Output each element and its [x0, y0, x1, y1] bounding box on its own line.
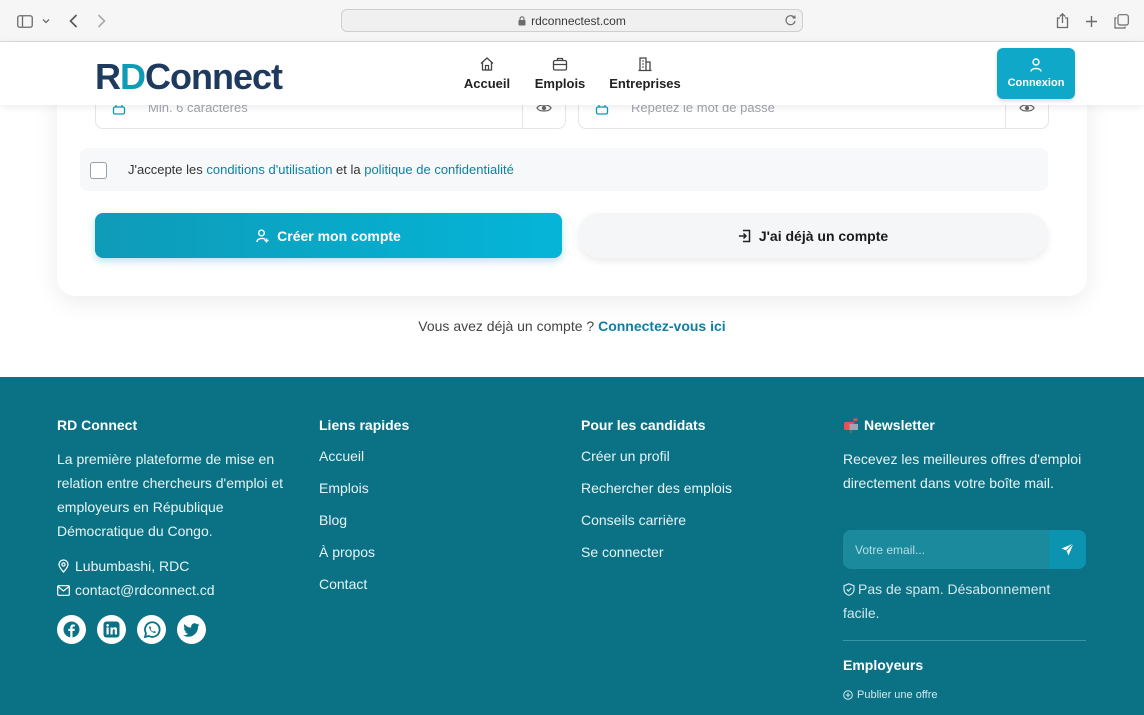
- footer-link-career-tips[interactable]: Conseils carrière: [581, 511, 801, 543]
- newsletter-form: [843, 530, 1086, 569]
- footer-link-emplois[interactable]: Emplois: [319, 479, 519, 511]
- reload-icon[interactable]: [784, 14, 797, 27]
- sign-in-icon: [738, 229, 751, 242]
- footer-location: Lubumbashi, RDC: [57, 558, 189, 574]
- login-here-link[interactable]: Connectez-vous ici: [598, 318, 726, 334]
- new-tab-icon[interactable]: [1083, 11, 1099, 31]
- footer-link-a-propos[interactable]: À propos: [319, 543, 519, 575]
- mail-icon: [57, 584, 70, 596]
- footer-divider: [843, 640, 1086, 641]
- create-account-label: Créer mon compte: [277, 227, 401, 244]
- create-account-button[interactable]: Créer mon compte: [95, 213, 562, 258]
- quick-links-title: Liens rapides: [319, 417, 410, 433]
- nav-label: Accueil: [463, 76, 511, 91]
- logo-text: Connect: [145, 56, 283, 97]
- browser-toolbar: rdconnectest.com: [0, 0, 1144, 42]
- newsletter-submit-button[interactable]: [1049, 530, 1086, 569]
- user-plus-icon: [256, 229, 269, 242]
- footer-link-accueil[interactable]: Accueil: [319, 447, 519, 479]
- twitter-icon[interactable]: [177, 615, 206, 644]
- nav-accueil[interactable]: Accueil: [464, 56, 510, 91]
- newsletter-description: Recevez les meilleures offres d'emploi d…: [843, 451, 1082, 491]
- footer-link-sign-in[interactable]: Se connecter: [581, 543, 801, 575]
- mailbox-icon: [844, 418, 858, 433]
- site-header: R D Connect Accueil Emplois Entreprises Co…: [0, 42, 1144, 105]
- terms-of-use-link[interactable]: conditions d'utilisation: [206, 162, 332, 177]
- briefcase-icon: [552, 57, 568, 71]
- linkedin-icon[interactable]: [97, 615, 126, 644]
- whatsapp-icon[interactable]: [137, 615, 166, 644]
- existing-account-label: J'ai déjà un compte: [758, 227, 889, 244]
- newsletter-title: Newsletter: [843, 417, 1086, 433]
- footer-about-title: RD Connect: [57, 417, 138, 433]
- employers-title: Employeurs: [843, 657, 924, 673]
- footer-link-blog[interactable]: Blog: [319, 511, 519, 543]
- terms-middle: et la: [332, 162, 365, 177]
- already-have-account: Vous avez déjà un compte ? Connectez-vou…: [0, 318, 1144, 334]
- location-text: Lubumbashi, RDC: [75, 558, 190, 574]
- terms-prefix: J'accepte les: [128, 162, 207, 177]
- newsletter-title-text: Newsletter: [864, 417, 935, 433]
- footer-link-create-profile[interactable]: Créer un profil: [581, 447, 801, 479]
- no-spam-text: Pas de spam. Désabonnement facile.: [843, 581, 1051, 621]
- forward-icon[interactable]: [94, 11, 108, 31]
- publish-offer-link[interactable]: Publier une offre: [843, 689, 938, 701]
- map-pin-icon: [58, 559, 69, 573]
- footer-link-search-jobs[interactable]: Rechercher des emplois: [581, 479, 801, 511]
- email-text: contact@rdconnect.cd: [75, 582, 215, 598]
- footer-email[interactable]: contact@rdconnect.cd: [57, 582, 215, 598]
- url-text: rdconnectest.com: [531, 13, 626, 28]
- newsletter-email-input[interactable]: [855, 530, 1045, 569]
- site-footer: RD Connect La première plateforme de mis…: [0, 377, 1144, 715]
- send-icon: [1061, 543, 1074, 556]
- home-icon: [480, 57, 494, 71]
- building-icon: [638, 57, 652, 72]
- logo-letter-r: R: [95, 56, 121, 97]
- lock-icon: [518, 15, 526, 25]
- shield-check-icon: [843, 583, 855, 596]
- social-links: [57, 615, 217, 644]
- address-bar[interactable]: rdconnectest.com: [341, 9, 803, 32]
- login-label: Connexion: [1007, 77, 1065, 89]
- tabs-overview-icon[interactable]: [1112, 11, 1130, 31]
- terms-text: J'accepte les conditions d'utilisation e…: [128, 162, 514, 177]
- nav-entreprises[interactable]: Entreprises: [609, 56, 681, 91]
- footer-about-description: La première plateforme de mise en relati…: [57, 451, 284, 539]
- plus-circle-icon: [843, 690, 853, 700]
- logo-letter-d: D: [120, 56, 146, 97]
- sidebar-toggle-icon[interactable]: [16, 11, 34, 31]
- nav-label: Entreprises: [609, 76, 681, 91]
- nav-emplois[interactable]: Emplois: [535, 56, 585, 91]
- no-spam-note: Pas de spam. Désabonnement facile.: [843, 577, 1083, 625]
- back-icon[interactable]: [66, 11, 80, 31]
- site-logo[interactable]: R D Connect: [95, 56, 283, 97]
- footer-quick-links: Liens rapides Accueil Emplois Blog À pro…: [319, 417, 519, 607]
- publish-offer-text: Publier une offre: [857, 689, 938, 701]
- terms-checkbox[interactable]: [90, 162, 107, 179]
- terms-row: J'accepte les conditions d'utilisation e…: [80, 148, 1048, 191]
- chevron-down-icon[interactable]: [40, 11, 52, 31]
- already-text: Vous avez déjà un compte ?: [418, 318, 599, 334]
- footer-link-contact[interactable]: Contact: [319, 575, 519, 607]
- footer-newsletter: Newsletter Recevez les meilleures offres…: [843, 417, 1086, 495]
- footer-candidates: Pour les candidats Créer un profil Reche…: [581, 417, 801, 575]
- candidates-title: Pour les candidats: [581, 417, 706, 433]
- existing-account-button[interactable]: J'ai déjà un compte: [578, 213, 1048, 258]
- privacy-policy-link[interactable]: politique de confidentialité: [364, 162, 514, 177]
- facebook-icon[interactable]: [57, 615, 86, 644]
- footer-about: RD Connect La première plateforme de mis…: [57, 417, 297, 543]
- login-button[interactable]: Connexion: [997, 48, 1075, 99]
- nav-label: Emplois: [534, 76, 586, 91]
- user-icon: [1030, 58, 1042, 72]
- share-icon[interactable]: [1054, 11, 1070, 31]
